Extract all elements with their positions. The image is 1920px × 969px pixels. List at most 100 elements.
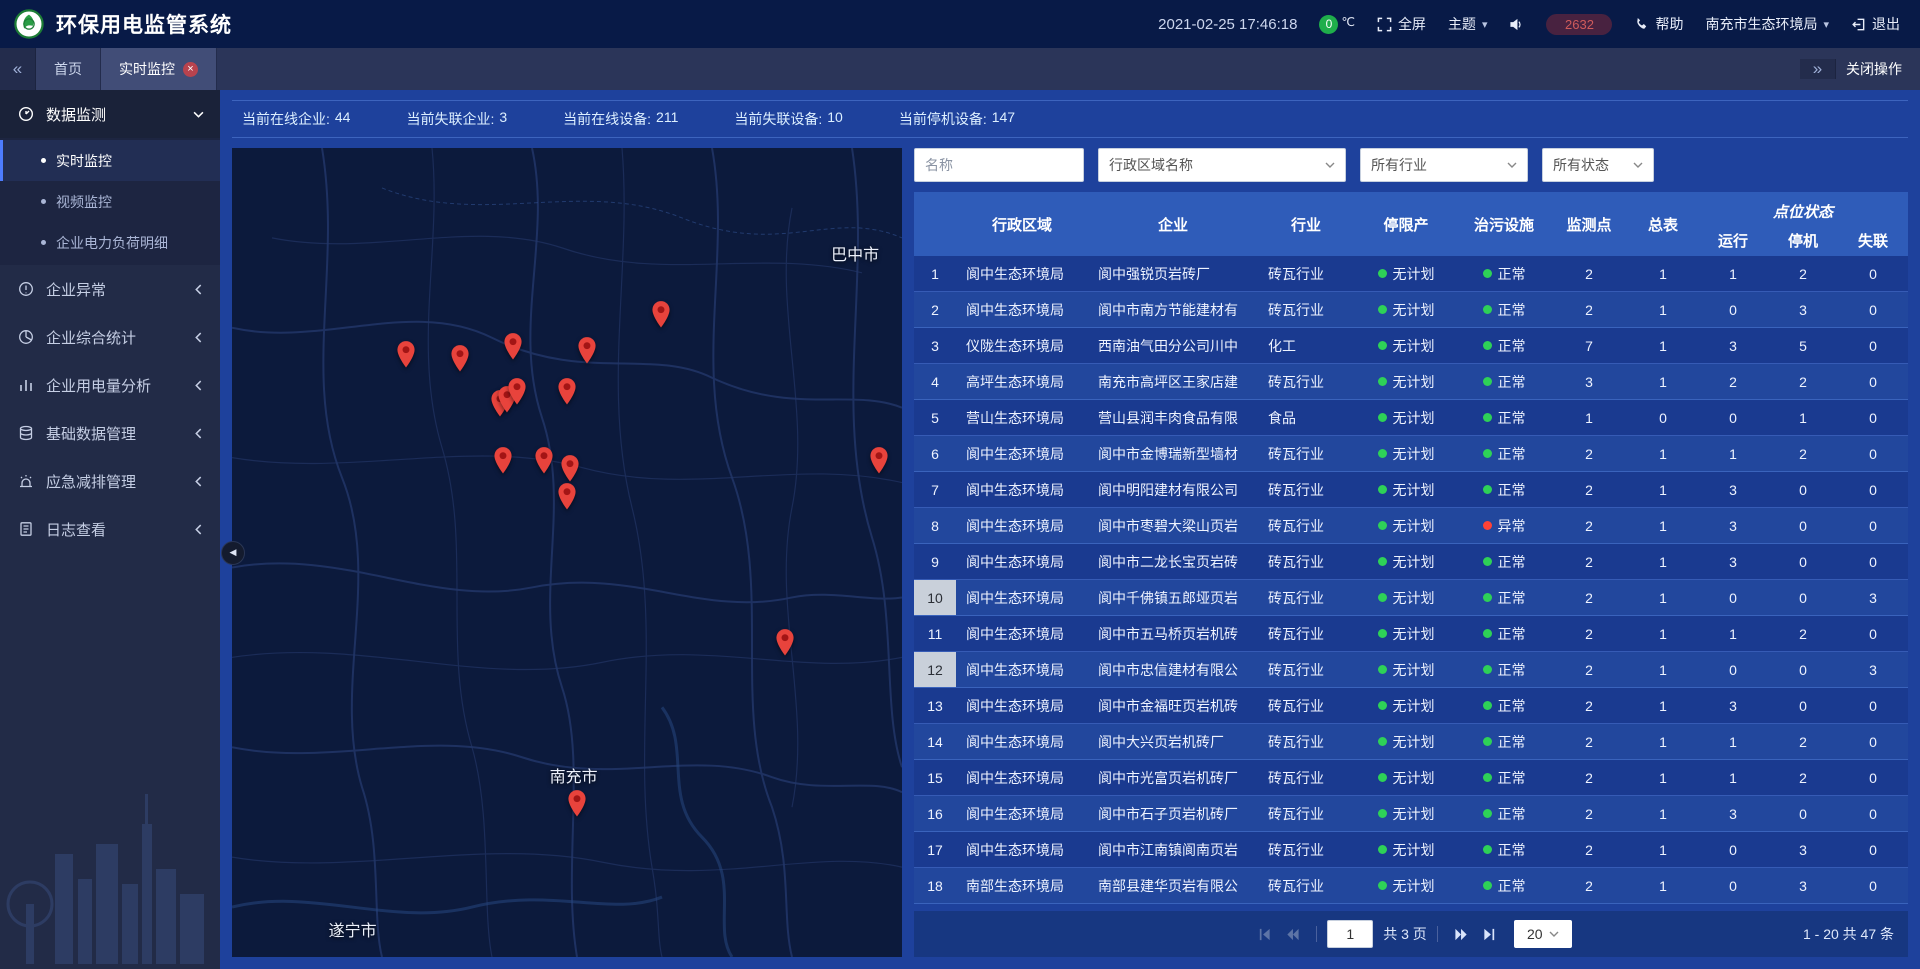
table-row[interactable]: 4高坪生态环境局南充市高坪区王家店建砖瓦行业无计划正常31220 [914,364,1908,400]
status-filter-select[interactable]: 所有状态 [1542,148,1654,182]
tab-home[interactable]: 首页 [36,48,101,90]
table-row[interactable]: 9阆中生态环境局阆中市二龙长宝页岩砖砖瓦行业无计划正常21300 [914,544,1908,580]
map-pin[interactable] [534,446,554,474]
prev-page-button[interactable] [1281,923,1303,945]
map-pin[interactable] [567,790,587,818]
sidebar-item[interactable]: 基础数据管理 [0,409,220,457]
column-header[interactable]: 企业 [1088,192,1258,256]
tab-bar: « 首页 实时监控 × » 关闭操作 [0,48,1920,90]
map-pin[interactable] [560,454,580,482]
fullscreen-button[interactable]: 全屏 [1377,14,1426,34]
map-pin[interactable] [557,377,577,405]
cell-limit: 无计划 [1354,508,1458,543]
region-filter-select[interactable]: 行政区域名称 [1098,148,1346,182]
column-header[interactable]: 停限产 [1354,192,1458,256]
column-header[interactable]: 失联 [1838,224,1908,256]
column-header[interactable]: 运行 [1698,224,1768,256]
first-page-button[interactable] [1253,923,1275,945]
column-header[interactable]: 行政区域 [956,192,1088,256]
last-page-button[interactable] [1479,923,1501,945]
collapse-sidebar-button[interactable]: ◀ [221,541,245,565]
table-row[interactable]: 6阆中生态环境局阆中市金博瑞新型墙材砖瓦行业无计划正常21120 [914,436,1908,472]
column-header[interactable]: 行业 [1258,192,1354,256]
map-pin[interactable] [577,337,597,365]
tab-realtime-monitor[interactable]: 实时监控 × [101,48,217,90]
table-row[interactable]: 15阆中生态环境局阆中市光富页岩机砖厂砖瓦行业无计划正常21120 [914,760,1908,796]
cell-points: 2 [1550,652,1628,687]
cell-limit: 无计划 [1354,544,1458,579]
table-row[interactable]: 1阆中生态环境局阆中强锐页岩砖厂砖瓦行业无计划正常21120 [914,256,1908,292]
table-row[interactable]: 17阆中生态环境局阆中市江南镇阆南页岩砖瓦行业无计划正常21030 [914,832,1908,868]
cell-company: 阆中市南方节能建材有 [1088,292,1258,327]
status-ok-icon [1483,485,1492,494]
alert-count-badge[interactable]: 2632 [1546,14,1612,35]
map-pin[interactable] [557,482,577,510]
cell-facility: 正常 [1458,472,1550,507]
table-row[interactable]: 8阆中生态环境局阆中市枣碧大梁山页岩砖瓦行业无计划异常21300 [914,508,1908,544]
industry-filter-select[interactable]: 所有行业 [1360,148,1528,182]
column-header[interactable] [914,192,956,256]
map-pin[interactable] [507,377,527,405]
table-row[interactable]: 3仪陇生态环境局西南油气田分公司川中化工无计划正常71350 [914,328,1908,364]
sidebar-subitem[interactable]: 实时监控 [0,140,220,181]
sidebar-item[interactable]: 企业异常 [0,265,220,313]
table-row[interactable]: 5营山生态环境局营山县润丰肉食品有限食品无计划正常10010 [914,400,1908,436]
cell-industry: 砖瓦行业 [1258,436,1354,471]
cell-points: 2 [1550,760,1628,795]
close-operations-button[interactable]: 关闭操作 [1846,59,1902,79]
column-header[interactable]: 停机 [1768,224,1838,256]
sidebar-subitem[interactable]: 视频监控 [0,181,220,222]
map-pin[interactable] [396,341,416,369]
sidebar-subitem[interactable]: 企业电力负荷明细 [0,222,220,263]
skyline-decoration [0,784,220,969]
table-row[interactable]: 7阆中生态环境局阆中明阳建材有限公司砖瓦行业无计划正常21300 [914,472,1908,508]
map-pin[interactable] [775,628,795,656]
table-row[interactable]: 16阆中生态环境局阆中市石子页岩机砖厂砖瓦行业无计划正常21300 [914,796,1908,832]
map-pin[interactable] [450,345,470,373]
help-button[interactable]: 帮助 [1634,14,1683,34]
header-actions: 2021-02-25 17:46:18 0 ℃ 全屏 主题 ▾ 2632 帮助 [1158,14,1920,35]
column-header-group: 点位状态 [1698,192,1908,224]
scroll-tabs-left-button[interactable]: « [0,48,36,90]
table-row[interactable]: 10阆中生态环境局阆中千佛镇五郎垭页岩砖瓦行业无计划正常21003 [914,580,1908,616]
table-row[interactable]: 2阆中生态环境局阆中市南方节能建材有砖瓦行业无计划正常21030 [914,292,1908,328]
org-dropdown[interactable]: 南充市生态环境局 ▾ [1705,14,1829,34]
cell-facility: 正常 [1458,868,1550,903]
sidebar-item[interactable]: 数据监测 [0,90,220,138]
status-ok-icon [1483,809,1492,818]
cell-region: 阆中生态环境局 [956,760,1088,795]
close-tab-icon[interactable]: × [183,62,198,77]
sidebar-item[interactable]: 应急减排管理 [0,457,220,505]
next-page-button[interactable] [1451,923,1473,945]
cell-industry: 化工 [1258,328,1354,363]
sidebar-item[interactable]: 企业用电量分析 [0,361,220,409]
table-row[interactable]: 13阆中生态环境局阆中市金福旺页岩机砖砖瓦行业无计划正常21300 [914,688,1908,724]
sidebar-subitem-label: 视频监控 [56,192,112,212]
scroll-tabs-right-button[interactable]: » [1800,59,1836,79]
column-header[interactable]: 治污设施 [1458,192,1550,256]
map-pin[interactable] [503,333,523,361]
announcement-button[interactable] [1509,17,1524,32]
table-row[interactable]: 14阆中生态环境局阆中大兴页岩机砖厂砖瓦行业无计划正常21120 [914,724,1908,760]
map-pin[interactable] [493,446,513,474]
sidebar-item[interactable]: 企业综合统计 [0,313,220,361]
table-row[interactable]: 18南部生态环境局南部县建华页岩有限公砖瓦行业无计划正常21030 [914,868,1908,904]
table-row[interactable]: 12阆中生态环境局阆中市忠信建材有限公砖瓦行业无计划正常21003 [914,652,1908,688]
table-row[interactable]: 11阆中生态环境局阆中市五马桥页岩机砖砖瓦行业无计划正常21120 [914,616,1908,652]
cell-stop: 3 [1768,868,1838,903]
page-number-input[interactable] [1327,920,1373,948]
cell-facility: 正常 [1458,544,1550,579]
sidebar-item[interactable]: 日志查看 [0,505,220,553]
page-size-select[interactable]: 20 [1514,920,1572,948]
column-header[interactable]: 总表 [1628,192,1698,256]
column-header[interactable]: 监测点 [1550,192,1628,256]
database-icon [18,425,34,441]
theme-dropdown[interactable]: 主题 ▾ [1448,14,1488,34]
map-pin[interactable] [869,446,889,474]
cell-index: 3 [914,328,956,363]
map-panel[interactable]: 巴中市南充市遂宁市 ◀ [232,148,902,957]
logout-button[interactable]: 退出 [1851,14,1900,34]
name-filter-input[interactable] [914,148,1084,182]
map-pin[interactable] [651,300,671,328]
status-ok-icon [1378,881,1387,890]
